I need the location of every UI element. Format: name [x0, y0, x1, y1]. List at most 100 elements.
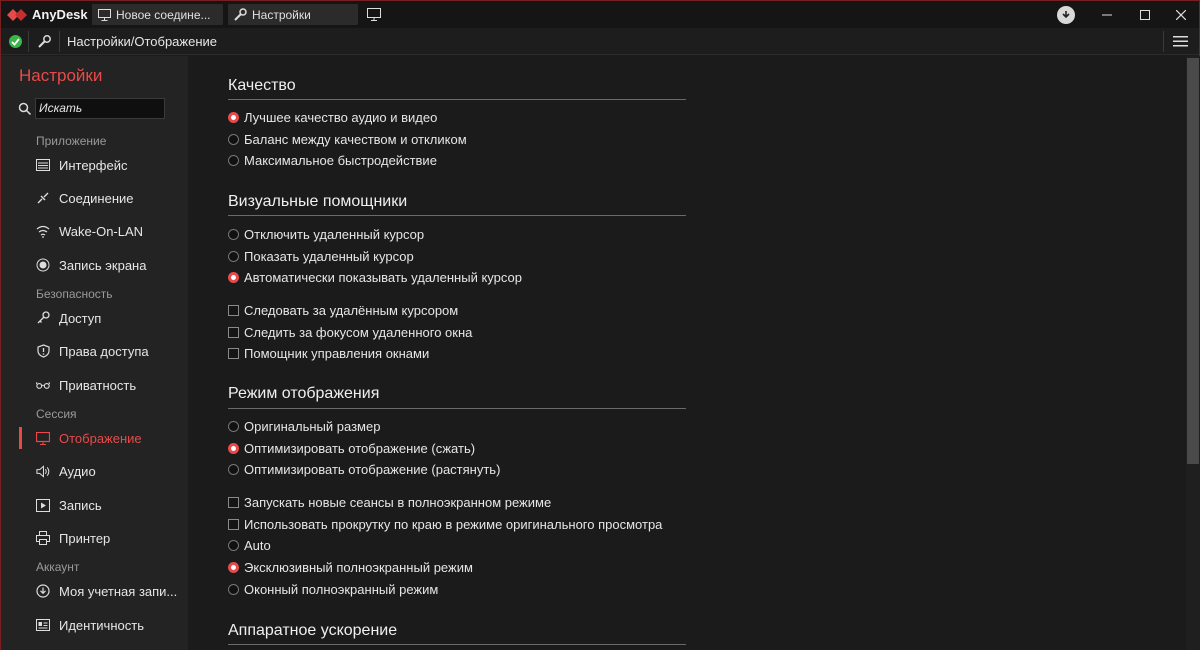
radio-button[interactable] [228, 443, 239, 454]
printer-icon [36, 531, 50, 545]
radio-button[interactable] [228, 562, 239, 573]
radio-button[interactable] [228, 155, 239, 166]
section-label-account: Аккаунт [36, 560, 80, 574]
minimize-icon [1102, 14, 1112, 15]
sidebar-item-screen-recording[interactable]: Запись экрана [1, 251, 188, 279]
speaker-icon [36, 464, 50, 478]
sidebar-item-identity[interactable]: Идентичность [1, 611, 188, 639]
sidebar-item-label: Запись экрана [59, 257, 147, 273]
new-tab-button[interactable] [363, 4, 384, 25]
checkbox-label: Помощник управления окнами [244, 346, 430, 361]
sidebar-title: Настройки [19, 66, 103, 85]
radio-label: Лучшее качество аудио и видео [244, 110, 438, 125]
radio-label: Auto [244, 538, 271, 553]
sidebar-item-access[interactable]: Доступ [1, 304, 188, 332]
section-heading-visual: Визуальные помощники [228, 193, 408, 210]
sidebar-item-display[interactable]: Отображение [1, 424, 188, 452]
section-label-session: Сессия [36, 407, 77, 421]
monitor-icon [98, 8, 111, 21]
radio-button[interactable] [228, 584, 239, 595]
radio-label: Оригинальный размер [244, 419, 381, 434]
minimize-button[interactable] [1087, 1, 1127, 28]
anydesk-logo-icon [7, 8, 27, 21]
radio-label: Автоматически показывать удаленный курсо… [244, 270, 522, 285]
monitor-icon [36, 431, 50, 445]
sidebar-item-privacy[interactable]: Приватность [1, 371, 188, 399]
checkbox-label: Следить за фокусом удаленного окна [244, 325, 473, 340]
download-icon[interactable] [1057, 6, 1075, 24]
scrollbar[interactable] [1186, 56, 1200, 650]
sidebar-item-label: Идентичность [59, 617, 144, 633]
checkbox[interactable] [228, 348, 239, 359]
radio-label: Оконный полноэкранный режим [244, 582, 439, 597]
sidebar-item-recording[interactable]: Запись [1, 491, 188, 519]
shield-icon [36, 344, 50, 358]
radio-label: Оптимизировать отображение (растянуть) [244, 462, 501, 477]
active-indicator [19, 427, 22, 449]
sidebar-item-label: Отображение [59, 430, 142, 446]
scrollbar-thumb[interactable] [1187, 58, 1199, 464]
radio-button[interactable] [228, 134, 239, 145]
glasses-icon [36, 378, 50, 392]
wifi-icon [36, 224, 50, 238]
checkbox[interactable] [228, 519, 239, 530]
anydesk-window: AnyDesk Новое соедине... Настройки Настр… [0, 0, 1200, 650]
sidebar-item-label: Права доступа [59, 343, 149, 359]
record-icon [36, 258, 50, 272]
checkbox[interactable] [228, 497, 239, 508]
sidebar-item-label: Wake-On-LAN [59, 223, 144, 239]
maximize-button[interactable] [1125, 1, 1165, 28]
checkbox-label: Запускать новые сеансы в полноэкранном р… [244, 495, 552, 510]
checkbox-label: Следовать за удалённым курсором [244, 303, 459, 318]
connection-icon [36, 191, 50, 205]
sidebar-item-interface[interactable]: Интерфейс [1, 151, 188, 179]
radio-button[interactable] [228, 540, 239, 551]
radio-button[interactable] [228, 112, 239, 123]
sidebar-item-audio[interactable]: Аудио [1, 457, 188, 485]
title-bar: AnyDesk Новое соедине... Настройки [1, 1, 1199, 28]
close-button[interactable] [1161, 1, 1200, 28]
sidebar-item-label: Интерфейс [59, 157, 128, 173]
search-input[interactable]: Искать [35, 98, 165, 119]
radio-button[interactable] [228, 229, 239, 240]
sidebar-item-connection[interactable]: Соединение [1, 184, 188, 212]
radio-label: Отключить удаленный курсор [244, 227, 425, 242]
radio-label: Максимальное быстродействие [244, 153, 437, 168]
sidebar-item-label: Аудио [59, 463, 96, 479]
radio-label: Оптимизировать отображение (сжать) [244, 441, 476, 456]
section-heading-hardware: Аппаратное ускорение [228, 622, 398, 639]
tab-new-connection[interactable]: Новое соедине... [92, 4, 223, 25]
display-settings-panel: Качество Лучшее качество аудио и видео Б… [188, 56, 1186, 650]
divider [1163, 31, 1164, 52]
address-path[interactable]: Настройки/Отображение [67, 34, 217, 49]
monitor-icon [366, 8, 381, 21]
tab-settings[interactable]: Настройки [228, 4, 358, 25]
radio-button[interactable] [228, 421, 239, 432]
sidebar-item-my-account[interactable]: Моя учетная запи... [1, 577, 188, 605]
key-icon [36, 311, 50, 325]
radio-button[interactable] [228, 251, 239, 262]
sidebar-item-label: Соединение [59, 190, 134, 206]
divider [228, 215, 686, 216]
id-card-icon [36, 618, 50, 632]
sidebar-item-permissions[interactable]: Права доступа [1, 337, 188, 365]
play-icon [36, 498, 50, 512]
tab-label: Настройки [252, 7, 311, 22]
sidebar-item-label: Моя учетная запи... [59, 583, 178, 599]
radio-button[interactable] [228, 464, 239, 475]
maximize-icon [1140, 9, 1150, 20]
interface-icon [36, 158, 50, 172]
checkbox-label: Использовать прокрутку по краю в режиме … [244, 517, 663, 532]
status-ok-icon [9, 35, 22, 48]
divider [28, 31, 29, 52]
checkbox[interactable] [228, 305, 239, 316]
checkbox[interactable] [228, 327, 239, 338]
radio-button[interactable] [228, 272, 239, 283]
sidebar-item-wake-on-lan[interactable]: Wake-On-LAN [1, 217, 188, 245]
menu-icon[interactable] [1173, 34, 1191, 49]
sidebar-item-label: Запись [59, 497, 102, 513]
wrench-icon [38, 35, 51, 48]
radio-label: Эксклюзивный полноэкранный режим [244, 560, 473, 575]
sidebar-item-printer[interactable]: Принтер [1, 524, 188, 552]
divider [59, 31, 60, 52]
